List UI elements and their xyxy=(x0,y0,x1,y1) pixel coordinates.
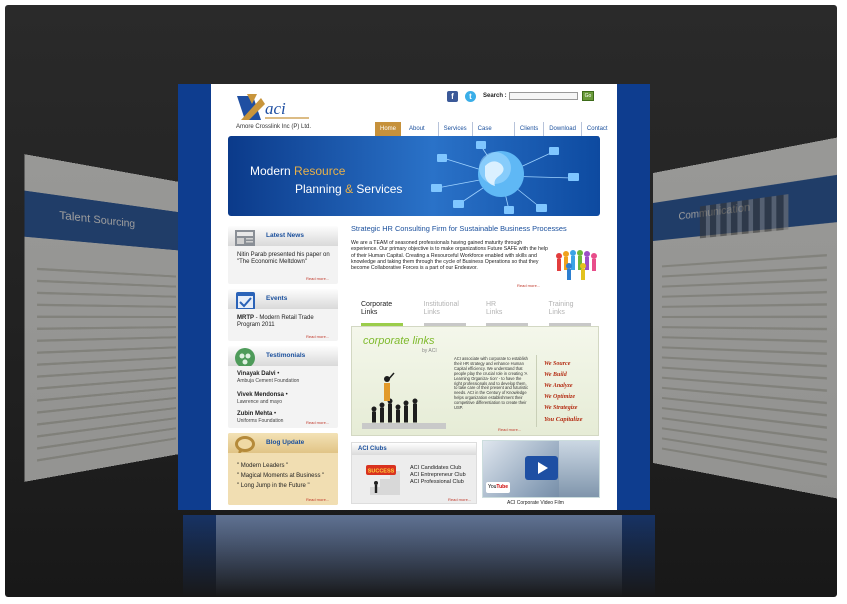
next-page-preview[interactable]: Communication xyxy=(653,136,837,500)
testimonials-box: Testimonials Vinayak Dalvi • Ambuja Ceme… xyxy=(228,346,338,428)
corporate-description: ACI associate with corporate to establis… xyxy=(454,356,529,411)
website-frame: aci Amore Crosslink Inc (P) Ltd. f t Sea… xyxy=(178,84,650,510)
slogan-item: We Source xyxy=(544,361,571,367)
main-heading: Strategic HR Consulting Firm for Sustain… xyxy=(351,224,567,233)
club-item[interactable]: ACI Candidates Club xyxy=(410,465,466,472)
nav-home[interactable]: Home xyxy=(375,122,402,136)
blog-read-more-link[interactable]: Read more... xyxy=(306,497,329,502)
latest-news-title: Latest News xyxy=(266,232,304,239)
corporate-links-logo: corporate links xyxy=(363,335,435,347)
event-text: MRTP - Modern Retail Trade Program 2011 xyxy=(237,315,314,328)
video-person-image xyxy=(559,441,599,497)
success-sign-text: SUCCESS xyxy=(368,469,395,475)
slogan-item: We Analyze xyxy=(544,383,573,389)
blog-update-title: Blog Update xyxy=(266,439,305,446)
testimonial-item: Zubin Mehta • Uniforms Foundation xyxy=(237,411,284,424)
play-icon[interactable] xyxy=(525,456,558,480)
corporate-links-by: by ACI xyxy=(422,348,437,354)
company-name: Amore Crosslink Inc (P) Ltd. xyxy=(236,124,312,130)
success-stairs-image: SUCCESS xyxy=(360,465,400,495)
tab-training-links[interactable]: Training Links xyxy=(539,296,602,326)
nav-download[interactable]: Download xyxy=(543,122,581,136)
preview-content xyxy=(661,244,827,485)
club-item[interactable]: ACI Entrepreneur Club xyxy=(410,472,466,479)
network-globe-icon xyxy=(431,141,579,214)
twitter-icon[interactable]: t xyxy=(465,91,476,102)
blog-item[interactable]: " Long Jump in the Future " xyxy=(237,481,324,491)
nav-clients[interactable]: Clients xyxy=(513,122,543,136)
events-box: Events MRTP - Modern Retail Trade Progra… xyxy=(228,289,338,341)
search-label: Search : xyxy=(483,93,507,99)
slogan-item: We Build xyxy=(544,372,567,378)
testimonial-item: Vinayak Dalvi • Ambuja Cement Foundation xyxy=(237,371,300,384)
blog-item[interactable]: " Modern Leaders " xyxy=(237,461,324,471)
nav-about[interactable]: About ACI xyxy=(404,122,438,146)
aci-logo-text: aci xyxy=(265,99,286,118)
slogan-list: We Source We Build We Analyze We Optimiz… xyxy=(544,359,582,425)
banner-line-1: Modern Resource xyxy=(250,164,346,178)
links-tabs: Corporate Links Institutional Links HR Link… xyxy=(351,296,601,326)
website-page: aci Amore Crosslink Inc (P) Ltd. f t Sea… xyxy=(211,84,617,510)
video-caption: ACI Corporate Video Film xyxy=(507,500,564,506)
news-text: Nitin Parab presented his paper on "The … xyxy=(237,252,330,265)
testimonials-read-more-link[interactable]: Read more... xyxy=(306,420,329,425)
testimonial-item: Vivek Mendonsa • Lawrence and mayo xyxy=(237,392,288,405)
facebook-icon[interactable]: f xyxy=(447,91,458,102)
search-go-button[interactable]: Go xyxy=(582,91,594,101)
previous-page-preview[interactable]: Talent Sourcing xyxy=(24,154,185,482)
clubs-list: ACI Candidates Club ACI Entrepreneur Clu… xyxy=(410,465,466,486)
events-read-more-link[interactable]: Read more... xyxy=(306,334,329,339)
search-input[interactable] xyxy=(509,92,578,100)
slogan-item: We Strategize xyxy=(544,405,578,411)
clubs-read-more-link[interactable]: Read more... xyxy=(448,497,471,502)
video-thumbnail[interactable]: YouTube xyxy=(482,440,600,498)
main-nav: Home About ACI Services Case Studies Cli… xyxy=(375,122,617,146)
corporate-links-panel: corporate links by ACI ACI associate wit… xyxy=(351,326,599,436)
blog-list: " Modern Leaders " " Magical Moments at … xyxy=(237,461,324,491)
club-item[interactable]: ACI Professional Club xyxy=(410,479,466,486)
aci-clubs-title: ACI Clubs xyxy=(358,446,387,452)
blog-item[interactable]: " Magical Moments at Business " xyxy=(237,471,324,481)
tab-hr-links[interactable]: HR Links xyxy=(476,296,539,326)
banner-line-2: Planning & Services xyxy=(295,182,403,196)
tab-corporate-links[interactable]: Corporate Links xyxy=(351,296,414,326)
slogan-item: We Optimize xyxy=(544,394,576,400)
nav-services[interactable]: Services xyxy=(437,122,472,136)
aci-clubs-box: ACI Clubs SUCCESS ACI Candidates Club AC… xyxy=(351,442,477,504)
page-reflection xyxy=(183,515,655,597)
blog-update-box: Blog Update " Modern Leaders " " Magical… xyxy=(228,433,338,505)
latest-news-box: Latest News Nitin Parab presented his pa… xyxy=(228,226,338,284)
people-circle-image xyxy=(556,250,597,280)
intro-read-more-link[interactable]: Read more... xyxy=(517,283,540,288)
aci-logo[interactable]: aci xyxy=(235,90,313,124)
intro-paragraph: We are a TEAM of seasoned professionals … xyxy=(351,240,548,272)
nav-contact[interactable]: Contact us xyxy=(580,122,617,146)
events-title: Events xyxy=(266,295,288,302)
climbing-people-image xyxy=(362,372,446,429)
hero-banner: Modern Resource Planning & Services xyxy=(228,136,600,216)
preview-content xyxy=(37,258,177,468)
testimonials-title: Testimonials xyxy=(266,352,306,359)
corporate-read-more-link[interactable]: Read more... xyxy=(498,427,521,432)
news-read-more-link[interactable]: Read more... xyxy=(306,276,329,281)
youtube-logo: YouTube xyxy=(486,482,510,493)
nav-case-studies[interactable]: Case Studies xyxy=(471,122,514,146)
tab-institutional-links[interactable]: Institutional Links xyxy=(414,296,477,326)
slogan-item: You Capitalize xyxy=(544,416,583,423)
